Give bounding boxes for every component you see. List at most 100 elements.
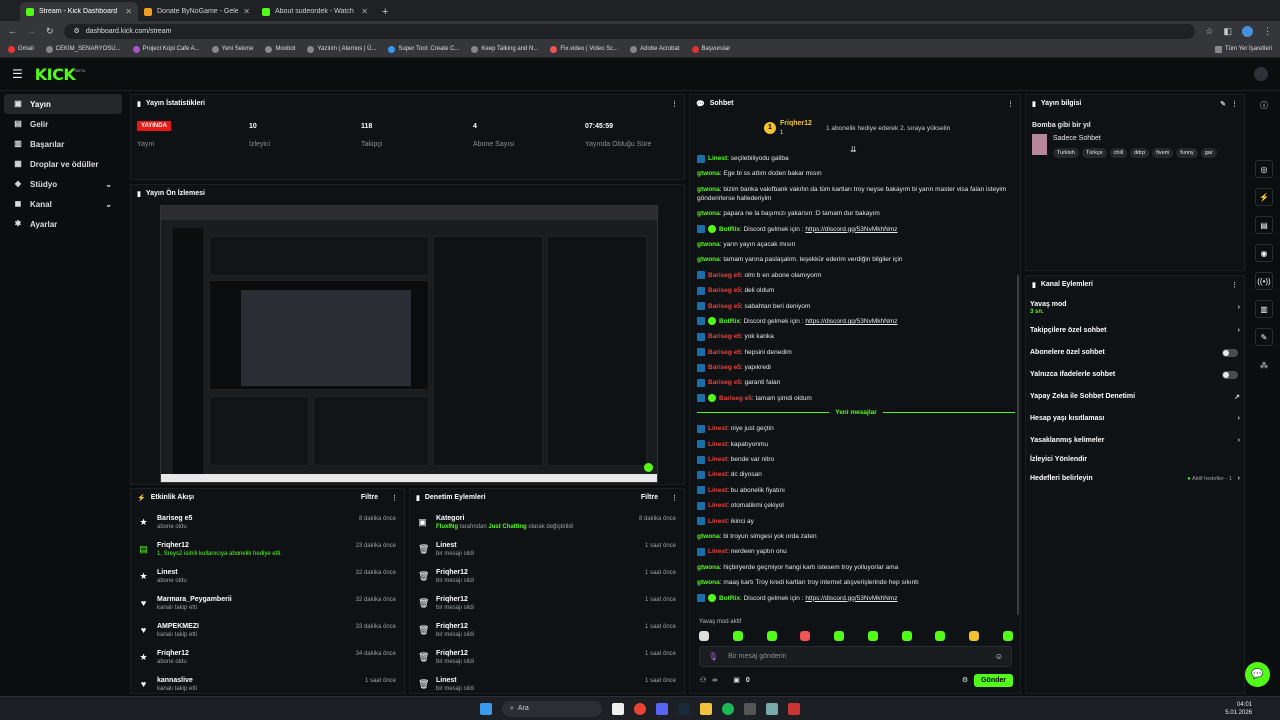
sidebar-item-yayin[interactable]: ▣ Yayın bbox=[4, 94, 122, 114]
action-followers-only[interactable]: Takipçilere özel sohbet › bbox=[1030, 327, 1240, 334]
gift-icon[interactable]: ▣ bbox=[733, 676, 740, 684]
browser-menu-icon[interactable]: ⋮ bbox=[1263, 26, 1272, 37]
close-tab-icon[interactable]: ✕ bbox=[125, 7, 132, 16]
emote-icon[interactable] bbox=[1002, 631, 1013, 641]
sidebar-item-kanal[interactable]: ◼ Kanal ⌄ bbox=[4, 194, 122, 214]
folder-icon[interactable] bbox=[700, 702, 712, 715]
kick-logo[interactable]: KICK bbox=[35, 65, 76, 84]
taskbar-app-icon[interactable] bbox=[744, 702, 756, 715]
more-options-icon[interactable]: ⋮ bbox=[1231, 100, 1238, 108]
windows-start-icon[interactable] bbox=[480, 702, 492, 715]
message-input[interactable]: 🎙 Bir mesaj gönderin ☺ bbox=[699, 646, 1012, 667]
emote-icon[interactable] bbox=[732, 631, 743, 641]
emote-icon[interactable] bbox=[867, 631, 878, 641]
chat-username[interactable]: gtwona bbox=[697, 564, 720, 571]
url-field[interactable]: ⚙ dashboard.kick.com/stream bbox=[63, 23, 1196, 39]
action-goals[interactable]: Hedefleri belirleyin ● Aktif hedefler - 1… bbox=[1030, 475, 1240, 482]
back-icon[interactable]: ← bbox=[8, 26, 17, 36]
menu-icon[interactable]: ☰ bbox=[12, 67, 23, 81]
chat-username[interactable]: Bariseg e5 bbox=[708, 287, 741, 294]
emotes-only-toggle[interactable] bbox=[1222, 371, 1238, 379]
more-options-icon[interactable]: ⋮ bbox=[1231, 281, 1238, 289]
more-options-icon[interactable]: ⋮ bbox=[391, 494, 398, 502]
chat-link[interactable]: https://discord.gg/53NvMkhNmz bbox=[805, 226, 897, 233]
chat-username[interactable]: Linest bbox=[708, 425, 727, 432]
sidebar-item-droplar[interactable]: ▦ Droplar ve ödüller bbox=[4, 154, 122, 174]
all-bookmarks[interactable]: Tüm Yer İşaretleri bbox=[1214, 45, 1272, 53]
chat-username[interactable]: Bariseg e5 bbox=[708, 333, 741, 340]
bookmark-item[interactable]: Super Tool: Create C... bbox=[388, 45, 459, 53]
emote-icon[interactable] bbox=[969, 631, 980, 641]
emoji-icon[interactable]: ☺ bbox=[995, 652, 1003, 661]
chat-username[interactable]: gtwona bbox=[697, 533, 720, 540]
sidebar-item-basarilar[interactable]: ▥ Başarılar bbox=[4, 134, 122, 154]
chat-bubble-icon[interactable]: ◉ bbox=[1255, 244, 1273, 262]
sidebar-item-studyo[interactable]: ◈ Stüdyo ⌄ bbox=[4, 174, 122, 194]
chat-username[interactable]: gtwona bbox=[697, 241, 720, 248]
taskbar-app-icon[interactable] bbox=[766, 702, 778, 715]
broadcast-icon[interactable]: ((•)) bbox=[1255, 272, 1273, 290]
extensions-icon[interactable]: ◧ bbox=[1223, 26, 1232, 37]
edit-icon[interactable]: ✎ bbox=[1220, 100, 1226, 108]
bookmark-star-icon[interactable]: ☆ bbox=[1205, 26, 1213, 37]
chat-username[interactable]: Linest bbox=[708, 502, 727, 509]
sidebar-item-gelir[interactable]: ▤ Gelir bbox=[4, 114, 122, 134]
info-icon[interactable]: ⓘ bbox=[1255, 96, 1273, 114]
more-options-icon[interactable]: ⋮ bbox=[1007, 100, 1014, 108]
close-tab-icon[interactable]: ✕ bbox=[361, 7, 368, 16]
reload-icon[interactable]: ↻ bbox=[46, 26, 54, 37]
chat-link[interactable]: https://discord.gg/53NvMkhNmz bbox=[805, 595, 897, 602]
taskbar-app-icon[interactable] bbox=[656, 702, 668, 715]
chat-username[interactable]: Bariseg e5 bbox=[708, 272, 741, 279]
new-tab-button[interactable]: + bbox=[374, 6, 396, 21]
clock[interactable]: 04:01 5.01.2026 bbox=[1225, 701, 1252, 717]
site-info-icon[interactable]: ⚙ bbox=[74, 27, 80, 35]
close-tab-icon[interactable]: ✕ bbox=[243, 7, 250, 16]
bookmark-item[interactable]: Gmail bbox=[8, 45, 34, 53]
chat-settings-icon[interactable]: ⚙ bbox=[962, 676, 968, 684]
bookmark-item[interactable]: Yazılım | Aternos | Ü... bbox=[307, 45, 376, 53]
chat-username[interactable]: Linest bbox=[708, 155, 727, 162]
chrome-icon[interactable] bbox=[634, 702, 646, 715]
bookmark-item[interactable]: Moobot bbox=[265, 45, 295, 53]
users-icon[interactable]: ⚇ bbox=[700, 676, 706, 684]
action-ai-moderation[interactable]: Yapay Zeka ile Sohbet Denetimi ↗ bbox=[1030, 393, 1240, 401]
taskbar-app-icon[interactable] bbox=[788, 702, 800, 715]
filter-button[interactable]: Filtre bbox=[641, 494, 658, 501]
target-icon[interactable]: ◎ bbox=[1255, 160, 1273, 178]
chat-username[interactable]: gtwona bbox=[697, 256, 720, 263]
chat-scrollbar[interactable] bbox=[1017, 275, 1019, 615]
pinned-gift-leader[interactable]: 1 Friqher12 1 1 abonelik hediye ederek 2… bbox=[764, 119, 1014, 143]
bookmark-item[interactable]: Keep Talking and N... bbox=[471, 45, 538, 53]
chat-username[interactable]: Linest bbox=[708, 487, 727, 494]
emote-icon[interactable] bbox=[834, 631, 845, 641]
lightning-icon[interactable]: ⚡ bbox=[1255, 188, 1273, 206]
emote-icon[interactable] bbox=[699, 631, 709, 641]
bookmark-item[interactable]: Adobe Acrobat bbox=[630, 45, 680, 53]
server-icon[interactable]: ▥ bbox=[1255, 300, 1273, 318]
steam-icon[interactable] bbox=[678, 702, 690, 715]
browser-tab-kick-dashboard[interactable]: Stream - Kick Dashboard ✕ bbox=[20, 2, 138, 21]
chat-username[interactable]: Bariseg e5 bbox=[708, 349, 741, 356]
chat-username[interactable]: gtwona bbox=[697, 210, 720, 217]
scroll-down-icon[interactable]: ⇊ bbox=[850, 145, 857, 154]
stream-preview-video[interactable] bbox=[160, 205, 658, 483]
forward-icon[interactable]: → bbox=[27, 26, 36, 36]
microphone-icon[interactable]: 🎙 bbox=[708, 652, 718, 661]
bookmark-item[interactable]: Fix.video | Video Sc... bbox=[550, 45, 618, 53]
chat-username[interactable]: Linest bbox=[708, 548, 727, 555]
clipboard-icon[interactable]: ▤ bbox=[1255, 216, 1273, 234]
more-options-icon[interactable]: ⋮ bbox=[671, 100, 678, 108]
bookmark-item[interactable]: CEKIM_SENARYOSU... bbox=[45, 45, 121, 53]
new-messages-divider[interactable]: Yeni mesajlar bbox=[697, 409, 1015, 416]
chat-username[interactable]: Linest bbox=[708, 471, 727, 478]
action-slow-mode[interactable]: Yavaş mod 3 sn. › bbox=[1030, 301, 1240, 315]
user-avatar[interactable] bbox=[1254, 67, 1268, 81]
profile-avatar[interactable] bbox=[1242, 25, 1253, 37]
send-button[interactable]: Gönder bbox=[974, 673, 1013, 687]
chat-username[interactable]: Bariseg e5 bbox=[708, 303, 741, 310]
emote-icon[interactable] bbox=[800, 631, 811, 641]
wrench-icon[interactable]: ✎ bbox=[1255, 328, 1273, 346]
chat-username[interactable]: BotRix bbox=[719, 226, 740, 233]
support-chat-button[interactable]: 💬 bbox=[1245, 662, 1270, 687]
